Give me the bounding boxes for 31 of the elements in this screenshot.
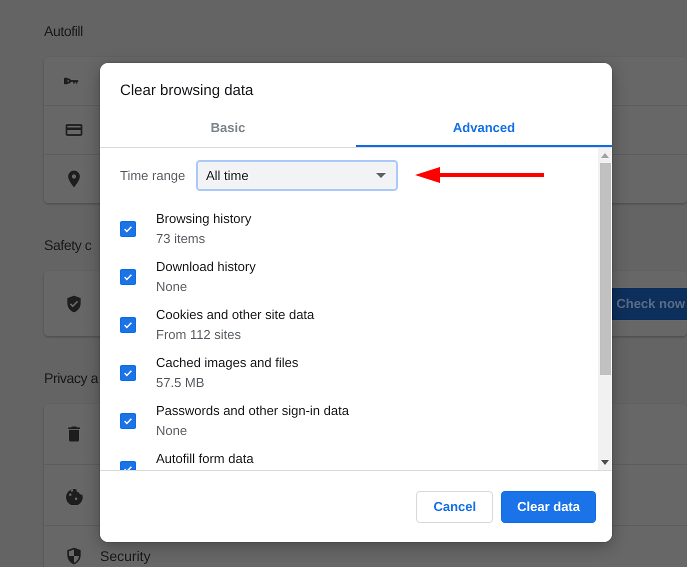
checkbox[interactable]: [120, 317, 136, 333]
tab[interactable]: Advanced: [356, 110, 612, 147]
checkbox-label: Browsing history: [156, 210, 252, 228]
scrollbar[interactable]: [598, 148, 612, 470]
field-label: Time range: [120, 168, 186, 183]
checkbox[interactable]: [120, 413, 136, 429]
time-range-dropdown[interactable]: All time: [196, 160, 398, 191]
item-detail: None: [156, 422, 188, 440]
item-detail: 57.5 MB: [156, 374, 206, 392]
item-detail: 73 items: [156, 230, 206, 248]
checkbox-label: Download history: [156, 258, 256, 276]
item-detail: From 112 sites: [156, 326, 242, 344]
item-detail: None: [156, 278, 188, 296]
checkbox-label: Autofill form data: [156, 450, 254, 468]
checkbox[interactable]: [120, 365, 136, 381]
scrollbar-thumb[interactable]: [600, 163, 610, 375]
cancel-button[interactable]: Cancel: [416, 490, 494, 522]
clear-data-button[interactable]: Clear data: [501, 490, 596, 522]
checkbox-label: Cached images and files: [156, 354, 298, 372]
row-label: Security: [100, 548, 151, 564]
section-heading: Privacy a: [44, 369, 98, 388]
dialog-title: Clear browsing data: [119, 81, 254, 101]
checkbox-label: Passwords and other sign-in data: [156, 402, 349, 420]
section-heading: Autofill: [44, 22, 83, 41]
section-heading: Safety c: [44, 236, 92, 255]
caret-icon: [376, 173, 386, 178]
scroll-down-icon[interactable]: [601, 460, 609, 465]
tab[interactable]: Basic: [100, 110, 356, 147]
checkbox[interactable]: [120, 221, 136, 237]
checkbox-label: Cookies and other site data: [156, 306, 314, 324]
checkbox[interactable]: [120, 269, 136, 285]
